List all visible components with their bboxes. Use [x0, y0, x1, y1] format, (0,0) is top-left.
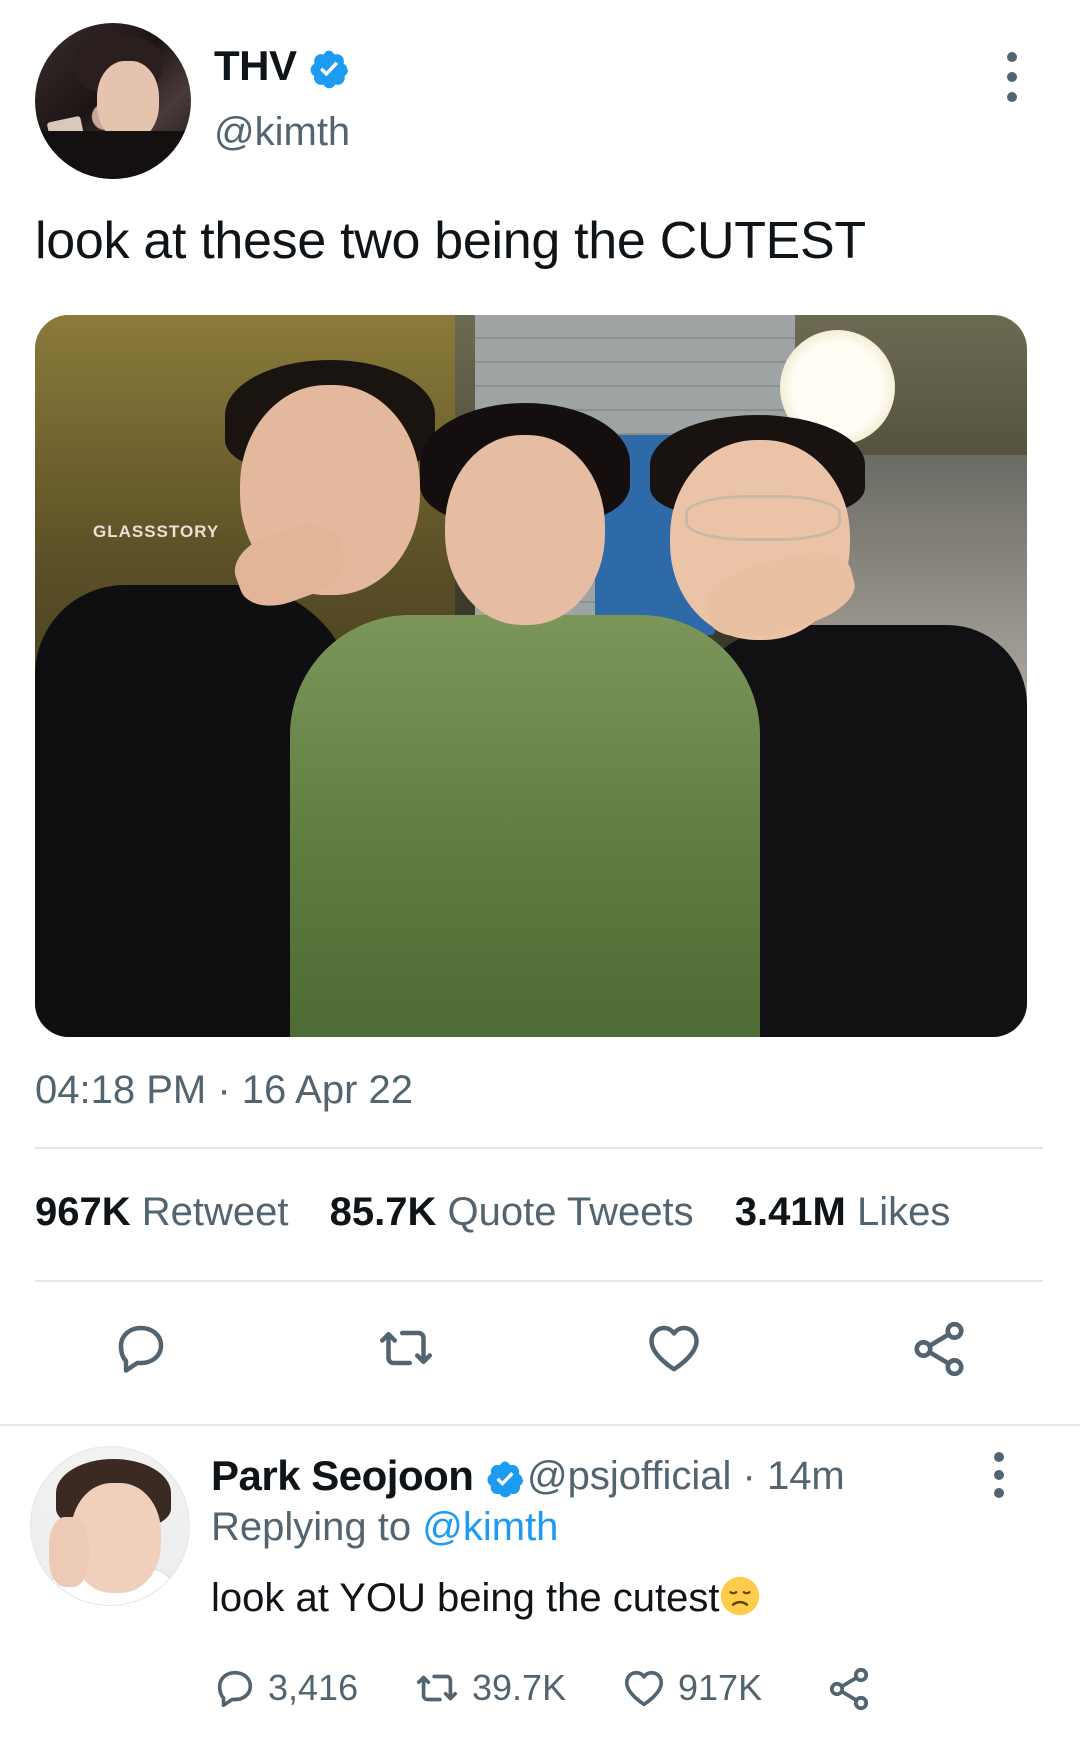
- divider: [0, 1424, 1080, 1426]
- verified-badge-icon: [310, 50, 348, 89]
- replying-to: Replying to @kimth: [211, 1505, 558, 1550]
- replying-prefix: Replying to: [211, 1505, 412, 1549]
- tweet-stats: 967K Retweet 85.7K Quote Tweets 3.41M Li…: [35, 1190, 950, 1235]
- reply-count: 3,416: [268, 1667, 359, 1708]
- retweet-icon: [416, 1674, 458, 1702]
- divider: [35, 1280, 1043, 1282]
- replying-handle-link[interactable]: @kimth: [422, 1505, 558, 1549]
- retweet-stat[interactable]: 967K Retweet: [35, 1190, 289, 1234]
- likes-count: 3.41M: [734, 1190, 846, 1234]
- author-handle[interactable]: @kimth: [214, 110, 350, 155]
- author-display-name[interactable]: THV: [214, 42, 297, 89]
- retweet-count: 967K: [35, 1190, 131, 1234]
- tweet-action-bar: [0, 1318, 1080, 1388]
- reply-icon[interactable]: [111, 1318, 171, 1378]
- reply-retweet-action[interactable]: 39.7K: [412, 1665, 566, 1711]
- reply-like-action[interactable]: 917K: [620, 1665, 762, 1711]
- reply-author-name-row[interactable]: Park Seojoon: [211, 1452, 525, 1500]
- retweet-count: 39.7K: [472, 1667, 567, 1708]
- share-icon[interactable]: [908, 1318, 970, 1380]
- disappointed-face-icon: [721, 1576, 760, 1616]
- quote-label: Quote Tweets: [447, 1190, 694, 1234]
- more-vertical-icon[interactable]: [1002, 52, 1022, 102]
- quote-stat[interactable]: 85.7K Quote Tweets: [330, 1190, 694, 1234]
- likes-label: Likes: [857, 1190, 951, 1234]
- reply-text: look at YOU being the cutest: [211, 1576, 720, 1620]
- more-vertical-icon[interactable]: [989, 1452, 1009, 1498]
- share-icon[interactable]: [825, 1665, 873, 1713]
- reply-action-bar: 3,416 39.7K 917K: [0, 1665, 1080, 1715]
- reply-display-name[interactable]: Park Seojoon: [211, 1452, 474, 1499]
- quote-count: 85.7K: [329, 1190, 437, 1234]
- divider: [35, 1147, 1043, 1149]
- tweet-text: look at these two being the CUTEST: [35, 212, 866, 270]
- like-icon: [624, 1670, 664, 1707]
- reply-handle-time[interactable]: @psjofficial · 14m: [527, 1454, 845, 1499]
- retweet-label: Retweet: [141, 1190, 289, 1234]
- tweet-timestamp[interactable]: 04:18 PM · 16 Apr 22: [35, 1068, 413, 1113]
- reply-text-row: look at YOU being the cutest: [211, 1575, 761, 1621]
- reply-reply-action[interactable]: 3,416: [212, 1665, 358, 1711]
- author-name-row[interactable]: THV: [214, 42, 350, 90]
- like-count: 917K: [678, 1667, 763, 1708]
- like-icon[interactable]: [643, 1318, 705, 1378]
- verified-badge-icon: [487, 1461, 523, 1498]
- author-avatar[interactable]: [35, 23, 191, 179]
- retweet-icon[interactable]: [373, 1318, 439, 1378]
- likes-stat[interactable]: 3.41M Likes: [735, 1190, 951, 1234]
- tweet-photo[interactable]: GLASSSTORY: [35, 315, 1027, 1037]
- photo-sign-text: GLASSSTORY: [93, 522, 220, 541]
- reply-icon: [217, 1670, 253, 1708]
- reply-author-avatar[interactable]: [30, 1446, 190, 1606]
